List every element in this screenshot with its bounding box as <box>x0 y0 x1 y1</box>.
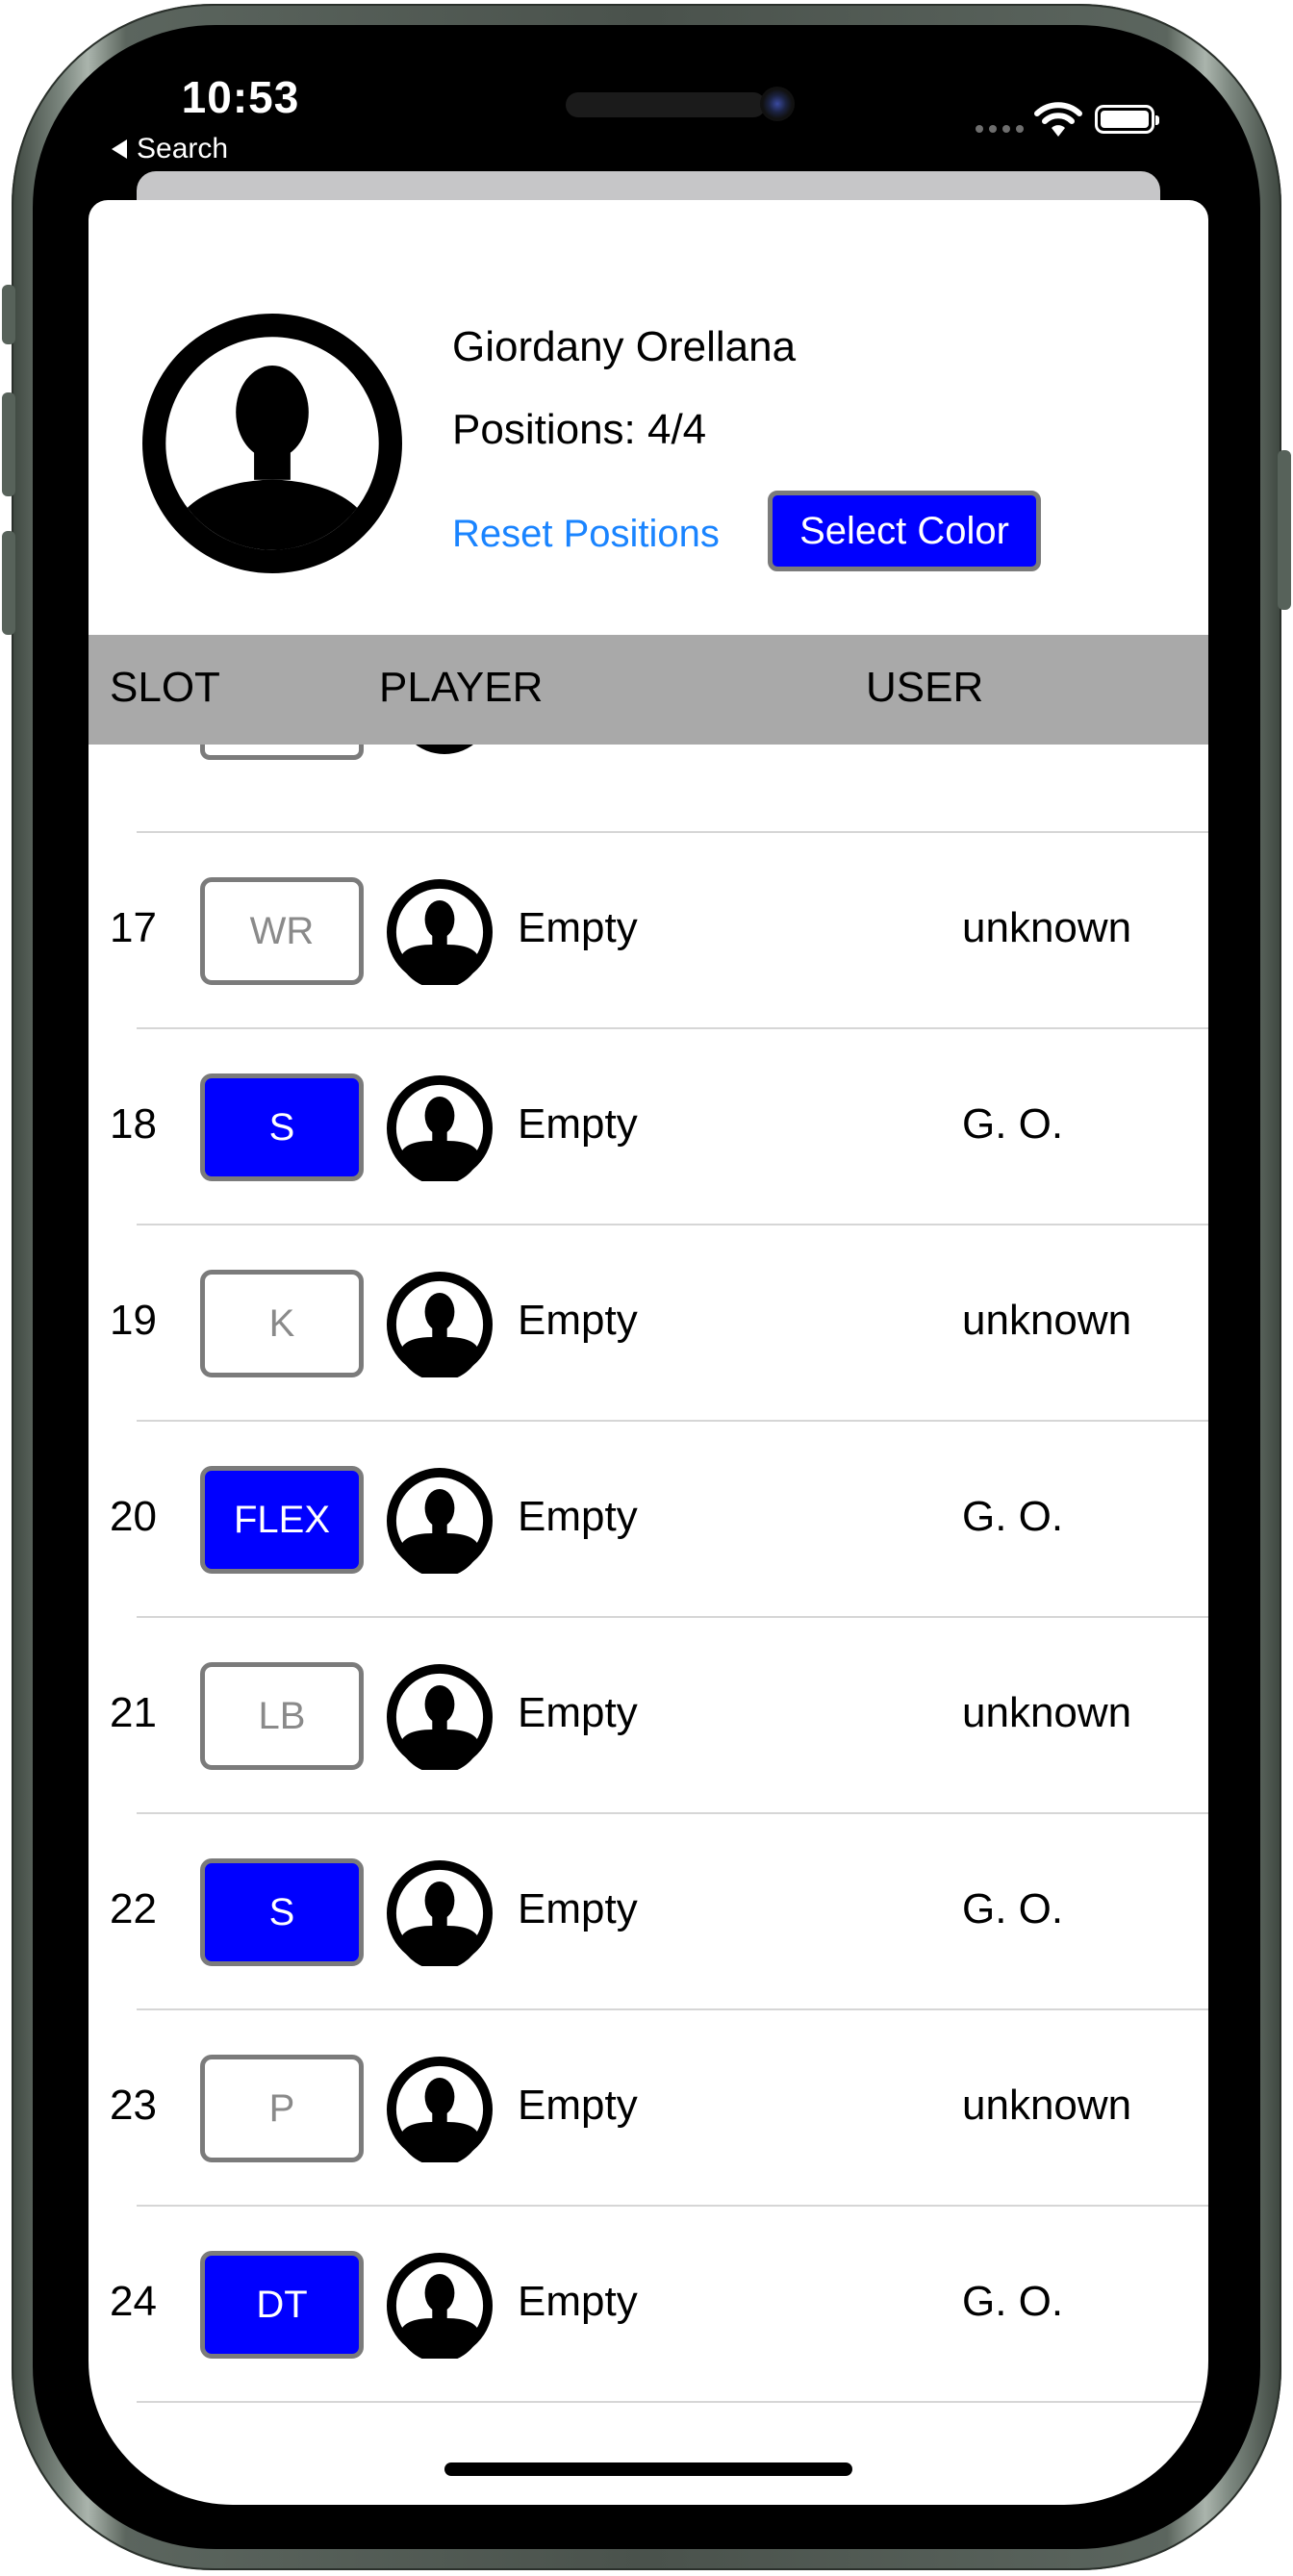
player-avatar-icon <box>387 1860 493 1966</box>
player-avatar-icon <box>387 2057 493 2162</box>
slot-list[interactable]: 17 WR Empty unknown 18 S Empty G. O. 19 … <box>89 706 1208 2403</box>
position-badge[interactable]: WR <box>200 877 364 985</box>
position-badge[interactable]: K <box>200 1270 364 1377</box>
player-name: Empty <box>518 904 638 951</box>
user-name: unknown <box>962 904 1132 951</box>
select-color-button[interactable]: Select Color <box>768 491 1041 571</box>
table-row[interactable]: 20 FLEX Empty G. O. <box>89 1422 1208 1618</box>
user-name: unknown <box>962 2082 1132 2129</box>
wifi-icon <box>1034 102 1082 137</box>
position-badge[interactable]: P <box>200 2055 364 2162</box>
status-time: 10:53 <box>181 72 300 122</box>
position-badge[interactable]: S <box>200 1073 364 1181</box>
phone-screen: 10:53 Search Giordany Orellana Positions… <box>89 46 1208 2505</box>
table-row[interactable]: 21 LB Empty unknown <box>89 1618 1208 1814</box>
table-row[interactable]: 19 K Empty unknown <box>89 1225 1208 1422</box>
table-header: SLOT PLAYER USER <box>89 635 1208 745</box>
user-name: unknown <box>962 1689 1132 1736</box>
row-separator <box>137 2401 1208 2403</box>
player-name: Empty <box>518 1100 638 1148</box>
player-name: Empty <box>518 1689 638 1736</box>
player-name: Empty <box>518 1297 638 1344</box>
slot-number: 24 <box>110 2278 157 2325</box>
battery-icon <box>1095 105 1159 134</box>
player-avatar-icon <box>387 1664 493 1770</box>
slot-number: 22 <box>110 1885 157 1932</box>
player-name: Empty <box>518 2082 638 2129</box>
position-badge[interactable]: S <box>200 1858 364 1966</box>
position-badge[interactable]: DT <box>200 2251 364 2359</box>
slot-number: 17 <box>110 904 157 951</box>
side-button-volume-down <box>2 531 15 635</box>
slot-number: 19 <box>110 1297 157 1344</box>
user-name: G. O. <box>962 2278 1064 2325</box>
profile-name: Giordany Orellana <box>452 323 797 370</box>
profile-sheet: Giordany Orellana Positions: 4/4 Reset P… <box>89 200 1208 2505</box>
player-avatar-icon <box>387 1272 493 1377</box>
player-avatar-icon <box>387 879 493 985</box>
back-to-search-link[interactable]: Search <box>112 133 228 165</box>
back-label: Search <box>137 133 229 164</box>
player-avatar-icon <box>387 1075 493 1181</box>
positions-count: Positions: 4/4 <box>452 406 707 453</box>
front-camera <box>760 87 795 121</box>
back-arrow-icon <box>112 139 127 159</box>
home-indicator[interactable] <box>444 2462 852 2476</box>
list-item-partial <box>89 706 1208 833</box>
cellular-signal-icon <box>976 125 1024 133</box>
reset-positions-button[interactable]: Reset Positions <box>452 513 720 556</box>
table-row[interactable]: 17 WR Empty unknown <box>89 833 1208 1029</box>
slot-number: 21 <box>110 1689 157 1736</box>
battery-level <box>1101 111 1149 128</box>
table-row[interactable]: 18 S Empty G. O. <box>89 1029 1208 1225</box>
user-name: G. O. <box>962 1493 1064 1540</box>
header-user: USER <box>866 664 984 711</box>
side-button-volume-up <box>2 392 15 496</box>
table-row[interactable]: 23 P Empty unknown <box>89 2010 1208 2207</box>
table-row[interactable]: 22 S Empty G. O. <box>89 1814 1208 2010</box>
player-name: Empty <box>518 1885 638 1932</box>
player-avatar-icon <box>387 2253 493 2359</box>
table-row[interactable]: 24 DT Empty G. O. <box>89 2207 1208 2403</box>
user-name: G. O. <box>962 1885 1064 1932</box>
position-badge[interactable]: FLEX <box>200 1466 364 1574</box>
player-avatar-icon <box>387 1468 493 1574</box>
slot-number: 18 <box>110 1100 157 1148</box>
player-name: Empty <box>518 2278 638 2325</box>
user-name: G. O. <box>962 1100 1064 1148</box>
speaker-grille <box>566 92 766 117</box>
player-name: Empty <box>518 1493 638 1540</box>
slot-number: 20 <box>110 1493 157 1540</box>
position-badge[interactable]: LB <box>200 1662 364 1770</box>
header-player: PLAYER <box>379 664 544 711</box>
header-slot: SLOT <box>110 664 220 711</box>
slot-number: 23 <box>110 2082 157 2129</box>
user-name: unknown <box>962 1297 1132 1344</box>
side-button-power <box>1278 450 1291 610</box>
side-button-silent <box>2 285 15 344</box>
profile-avatar-icon <box>142 314 402 573</box>
